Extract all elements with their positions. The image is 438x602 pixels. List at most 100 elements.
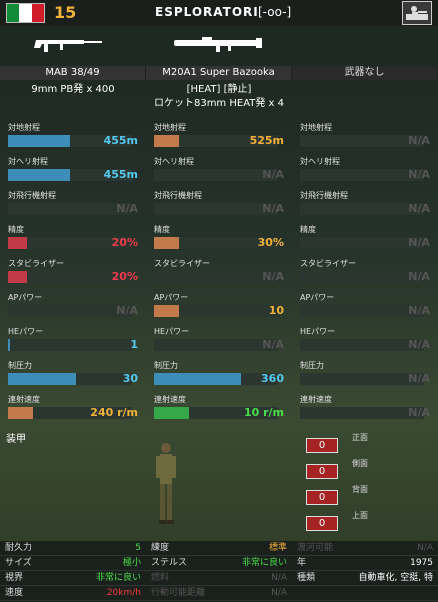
stat-label: HEパワー bbox=[154, 327, 190, 336]
stat-value: N/A bbox=[408, 236, 430, 249]
weapon-tab-2[interactable]: M20A1 Super Bazooka bbox=[146, 66, 292, 80]
stat-label: 連射速度 bbox=[8, 395, 40, 404]
info-value: 非常に良い bbox=[95, 573, 141, 583]
weapon-tab-3[interactable]: 武器なし bbox=[292, 66, 438, 80]
stat-bar bbox=[154, 339, 278, 351]
stat-label: 制圧力 bbox=[300, 361, 324, 370]
armor-side-value: 0 bbox=[306, 464, 338, 479]
stat-bar bbox=[8, 339, 132, 351]
stat-bar-fill bbox=[8, 169, 70, 181]
stat-bar bbox=[154, 305, 278, 317]
armor-rear-label: 背面 bbox=[352, 485, 368, 494]
armor-front-value: 0 bbox=[306, 438, 338, 453]
armor-front-label: 正面 bbox=[352, 433, 368, 442]
stat-value: 455m bbox=[103, 134, 138, 147]
stat-value: N/A bbox=[408, 406, 430, 419]
stat-row: 制圧力 360 bbox=[150, 356, 288, 390]
stat-label: スタビライザー bbox=[300, 259, 356, 268]
stat-bar-fill bbox=[8, 407, 33, 419]
stat-bar bbox=[154, 203, 278, 215]
stat-row: 連射速度 N/A bbox=[296, 390, 434, 424]
stat-row: 対ヘリ射程 N/A bbox=[150, 152, 288, 186]
ammo-traits: [HEAT] [静止] bbox=[186, 84, 252, 95]
stat-label: 精度 bbox=[154, 225, 170, 234]
stat-bar bbox=[8, 305, 132, 317]
info-label: 種類 bbox=[297, 573, 316, 583]
weapon-images-row bbox=[0, 26, 438, 66]
info-value: 5 bbox=[135, 543, 141, 553]
stats-column-2: 対地射程 525m 対ヘリ射程 N/A 対飛行機射程 N/A 精度 30% スタビライザー N/A… bbox=[146, 118, 292, 424]
info-cell: ステルス 非常に良い bbox=[146, 556, 292, 570]
stat-bar-fill bbox=[8, 135, 70, 147]
stat-row: スタビライザー N/A bbox=[296, 254, 434, 288]
flag-stripe-red bbox=[31, 4, 44, 22]
stat-bar-fill bbox=[8, 271, 27, 283]
stat-row: 対地射程 N/A bbox=[296, 118, 434, 152]
stat-row: HEパワー N/A bbox=[150, 322, 288, 356]
ammo-count: 9mm PB発 x 400 bbox=[31, 84, 115, 95]
info-cell: 年 1975 bbox=[292, 556, 438, 570]
info-row: サイズ 極小 ステルス 非常に良い年 1975 bbox=[0, 556, 438, 571]
info-cell: 行動可能距離 N/A bbox=[146, 586, 292, 600]
stat-bar bbox=[300, 407, 424, 419]
info-row: 視界 非常に良い 燃料 N/A 種類 自動車化, 空挺, 特 bbox=[0, 571, 438, 586]
stat-value: N/A bbox=[408, 372, 430, 385]
stat-bar-fill bbox=[8, 373, 77, 385]
stat-value: N/A bbox=[262, 168, 284, 181]
stat-bar-fill bbox=[154, 135, 179, 147]
info-label: 燃料 bbox=[151, 573, 170, 583]
stat-value: N/A bbox=[408, 202, 430, 215]
info-cell: 耐久力 5 bbox=[0, 541, 146, 555]
stat-row: 制圧力 30 bbox=[4, 356, 142, 390]
stat-value: N/A bbox=[116, 202, 138, 215]
info-label: 行動可能距離 bbox=[151, 588, 206, 598]
info-cell: 渡河可能 N/A bbox=[292, 541, 438, 555]
stat-value: N/A bbox=[408, 168, 430, 181]
unit-card: { "unit":{"cost":"15","name":"ESPLORATOR… bbox=[0, 0, 438, 602]
stat-row: 対飛行機射程 N/A bbox=[150, 186, 288, 220]
stat-value: 525m bbox=[249, 134, 284, 147]
info-cell: 速度 20km/h bbox=[0, 586, 146, 600]
stat-row: APパワー 10 bbox=[150, 288, 288, 322]
stat-bar bbox=[154, 373, 278, 385]
stat-row: 対ヘリ射程 N/A bbox=[296, 152, 434, 186]
stat-bar-fill bbox=[154, 305, 179, 317]
info-label: ステルス bbox=[151, 558, 188, 568]
stat-bar bbox=[8, 373, 132, 385]
stat-value: N/A bbox=[408, 338, 430, 351]
stat-value: 20% bbox=[111, 236, 138, 249]
stat-value: 455m bbox=[103, 168, 138, 181]
recon-category-icon[interactable] bbox=[402, 1, 432, 25]
bazooka-icon bbox=[174, 37, 262, 52]
info-value: N/A bbox=[417, 543, 433, 553]
stat-label: 対ヘリ射程 bbox=[8, 157, 48, 166]
smg-icon bbox=[34, 40, 102, 52]
stat-bar-fill bbox=[8, 237, 27, 249]
info-label: 年 bbox=[297, 558, 307, 568]
stat-row: 対飛行機射程 N/A bbox=[4, 186, 142, 220]
info-label: 耐久力 bbox=[5, 543, 33, 553]
stats-column-1: 対地射程 455m 対ヘリ射程 455m 対飛行機射程 N/A 精度 20% スタビライザー 20… bbox=[0, 118, 146, 424]
info-cell: 練度 標準 bbox=[146, 541, 292, 555]
info-row: 速度 20km/h 行動可能距離 N/A bbox=[0, 586, 438, 601]
weapon-tab-1[interactable]: MAB 38/49 bbox=[0, 66, 146, 80]
info-label: 練度 bbox=[151, 543, 170, 553]
stat-value: N/A bbox=[408, 270, 430, 283]
stat-label: 連射速度 bbox=[300, 395, 332, 404]
stat-label: 対地射程 bbox=[8, 123, 40, 132]
stat-row: 対飛行機射程 N/A bbox=[296, 186, 434, 220]
stat-bar-fill bbox=[154, 237, 179, 249]
stat-label: 連射速度 bbox=[154, 395, 186, 404]
stat-value: 10 bbox=[268, 304, 284, 317]
info-cell: サイズ 極小 bbox=[0, 556, 146, 570]
info-value: 非常に良い bbox=[241, 558, 287, 568]
stat-bar bbox=[300, 237, 424, 249]
stat-label: APパワー bbox=[154, 293, 189, 302]
stat-label: 制圧力 bbox=[154, 361, 178, 370]
stat-bar bbox=[154, 169, 278, 181]
info-cell: 種類 自動車化, 空挺, 特 bbox=[292, 571, 438, 585]
stat-bar bbox=[300, 271, 424, 283]
unit-cost: 15 bbox=[54, 3, 77, 22]
info-value: 極小 bbox=[122, 558, 141, 568]
info-cell: 燃料 N/A bbox=[146, 571, 292, 585]
